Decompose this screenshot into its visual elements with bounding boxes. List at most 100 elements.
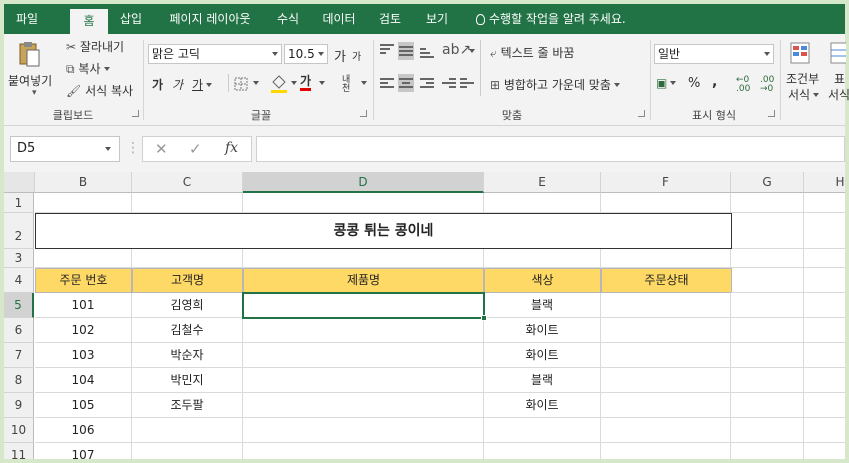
worksheet-grid[interactable]: B C D E F G H 1 2 3 4 5 6 7 8 9 10 11 콩콩… (4, 172, 845, 459)
column-header-g[interactable]: G (731, 172, 804, 193)
cell[interactable] (804, 268, 845, 293)
cell[interactable] (804, 368, 845, 393)
cell-customer-name[interactable]: 조두팔 (132, 393, 243, 418)
cell-color[interactable]: 블랙 (484, 368, 601, 393)
cell[interactable] (804, 249, 845, 268)
align-middle-icon[interactable] (398, 42, 414, 60)
cell-order-number[interactable]: 102 (35, 318, 132, 343)
cell-customer-name[interactable]: 박민지 (132, 368, 243, 393)
cell-order-status[interactable] (601, 393, 731, 418)
cell[interactable] (35, 249, 132, 268)
column-header-e[interactable]: E (484, 172, 601, 193)
tell-me-box[interactable]: 수행할 작업을 알려 주세요. (476, 4, 626, 34)
increase-indent-icon[interactable] (460, 76, 474, 90)
cell[interactable] (731, 343, 804, 368)
cell-customer-name[interactable]: 김영희 (132, 293, 243, 318)
wrap-text-button[interactable]: ⤶ 텍스트 줄 바꿈 (490, 44, 574, 61)
enter-icon[interactable]: ✓ (189, 140, 202, 158)
cell-product-name[interactable] (243, 418, 484, 443)
row-header-1[interactable]: 1 (4, 193, 34, 213)
cell-order-status[interactable] (601, 418, 731, 443)
cell[interactable] (804, 343, 845, 368)
cell-order-number[interactable]: 101 (35, 293, 132, 318)
cell-product-name[interactable] (243, 368, 484, 393)
cell-order-number[interactable]: 103 (35, 343, 132, 368)
cell[interactable] (484, 193, 601, 213)
cell-order-status[interactable] (601, 343, 731, 368)
row-header-7[interactable]: 7 (4, 343, 34, 368)
cell-color[interactable]: 화이트 (484, 393, 601, 418)
cell[interactable] (731, 318, 804, 343)
number-launcher-icon[interactable] (768, 110, 775, 117)
cell[interactable] (731, 293, 804, 318)
cell-customer-name[interactable] (132, 443, 243, 459)
cell-product-name[interactable] (243, 343, 484, 368)
cell[interactable] (243, 249, 484, 268)
increase-decimal-icon[interactable]: ←0.00 (736, 76, 750, 94)
tab-formulas[interactable]: 수식 (266, 4, 310, 34)
insert-function-icon[interactable]: fx (225, 140, 238, 156)
cell[interactable] (731, 193, 804, 213)
selected-cell-d5[interactable] (242, 292, 487, 321)
cell[interactable] (731, 249, 804, 268)
paste-icon[interactable] (18, 40, 40, 68)
cell[interactable] (804, 193, 845, 213)
row-header-11[interactable]: 11 (4, 443, 34, 459)
row-header-8[interactable]: 8 (4, 368, 34, 393)
cell[interactable] (132, 193, 243, 213)
merge-center-button[interactable]: ⊞ 병합하고 가운데 맞춤 (490, 76, 620, 93)
cell-customer-name[interactable]: 김철수 (132, 318, 243, 343)
cell-customer-name[interactable]: 박순자 (132, 343, 243, 368)
paste-button[interactable]: 붙여넣기 (8, 72, 52, 89)
cell-order-status[interactable] (601, 318, 731, 343)
conditional-formatting-label-1[interactable]: 조건부 (786, 70, 819, 87)
header-order-number[interactable]: 주문 번호 (35, 268, 132, 293)
cell[interactable] (243, 193, 484, 213)
italic-button[interactable]: 가 (172, 76, 183, 93)
cell-order-status[interactable] (601, 368, 731, 393)
fill-color-dropdown[interactable] (288, 76, 297, 90)
cell[interactable] (731, 268, 804, 293)
row-header-9[interactable]: 9 (4, 393, 34, 418)
header-color[interactable]: 색상 (484, 268, 601, 293)
number-format-select[interactable]: 일반 (654, 44, 774, 64)
underline-button[interactable]: 가 (192, 76, 213, 93)
font-size-select[interactable]: 10.5 (284, 44, 328, 64)
row-header-3[interactable]: 3 (4, 249, 34, 268)
cell-product-name[interactable] (243, 443, 484, 459)
header-order-status[interactable]: 주문상태 (601, 268, 732, 293)
cell[interactable] (601, 249, 731, 268)
font-launcher-icon[interactable] (360, 110, 367, 117)
phonetic-dropdown[interactable] (358, 76, 367, 90)
cell[interactable] (601, 193, 731, 213)
align-left-icon[interactable] (380, 76, 394, 90)
cell[interactable] (804, 443, 845, 459)
bold-button[interactable]: 가 (152, 76, 163, 93)
font-name-select[interactable]: 맑은 고딕 (148, 44, 282, 64)
cell[interactable] (804, 293, 845, 318)
format-painter-button[interactable]: 🖌 서식 복사 (66, 82, 133, 99)
cell-order-number[interactable]: 106 (35, 418, 132, 443)
cell[interactable] (804, 418, 845, 443)
fill-color-icon[interactable] (270, 74, 288, 97)
cell[interactable] (804, 318, 845, 343)
alignment-launcher-icon[interactable] (638, 110, 645, 117)
cell[interactable] (35, 193, 132, 213)
shrink-font-button[interactable]: 가 (352, 48, 361, 63)
cancel-icon[interactable]: ✕ (155, 140, 168, 158)
tab-page-layout[interactable]: 페이지 레이아웃 (154, 4, 266, 34)
phonetic-button[interactable]: 내천 (342, 76, 356, 94)
cell[interactable] (804, 213, 845, 249)
sheet-title[interactable]: 콩콩 튀는 콩이네 (35, 213, 732, 249)
header-customer-name[interactable]: 고객명 (132, 268, 243, 293)
accounting-format-button[interactable]: ▣ (656, 76, 677, 90)
cell-color[interactable]: 화이트 (484, 343, 601, 368)
column-header-h[interactable]: H (804, 172, 845, 193)
column-header-b[interactable]: B (35, 172, 132, 193)
formula-input[interactable] (256, 136, 845, 162)
format-as-table-label-2[interactable]: 서식 (828, 86, 849, 103)
align-center-icon[interactable] (398, 74, 414, 92)
conditional-formatting-icon[interactable] (790, 42, 812, 69)
tab-review[interactable]: 검토 (368, 4, 412, 34)
cell[interactable] (731, 213, 804, 249)
